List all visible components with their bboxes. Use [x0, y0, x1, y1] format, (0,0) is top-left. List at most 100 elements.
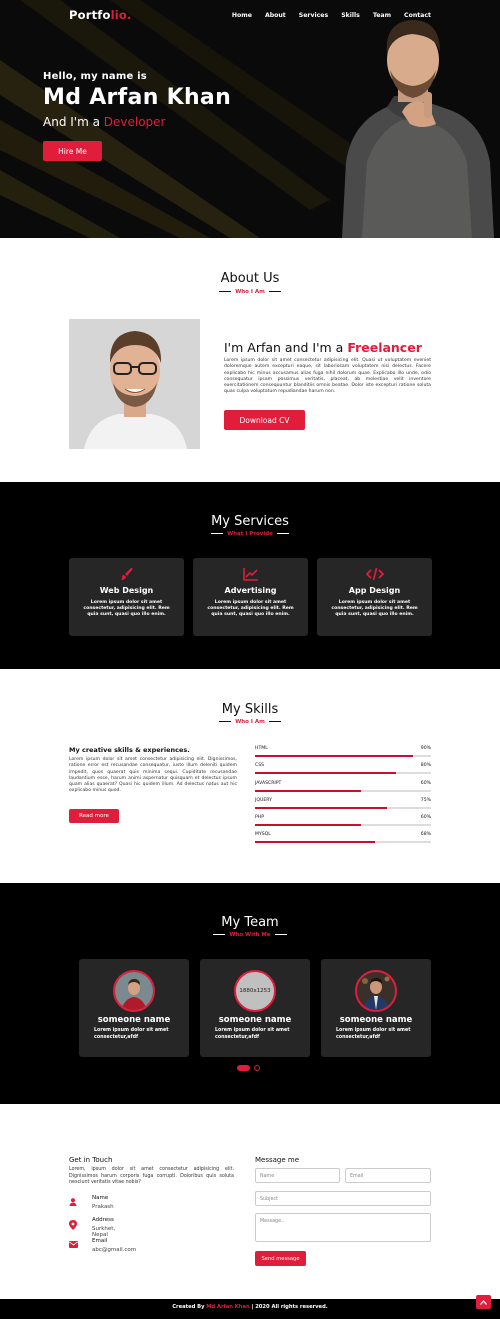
- hero-role-accent: Developer: [103, 115, 166, 129]
- team-member-text: Lorem ipsum dolor sit amet consectetur,a…: [94, 1028, 169, 1040]
- team-avatar: [113, 970, 155, 1012]
- team-card[interactable]: someone name Lorem ipsum dolor sit amet …: [79, 959, 189, 1057]
- email-field[interactable]: Email: [345, 1168, 431, 1183]
- skill-name: CSS: [255, 763, 265, 768]
- skill-percent: 60%: [420, 815, 431, 820]
- code-icon: [317, 566, 432, 585]
- subject-field[interactable]: Subject: [255, 1191, 431, 1206]
- nav-skills[interactable]: Skills: [341, 12, 360, 19]
- contact-label: Address: [92, 1217, 114, 1223]
- skill-css: CSS 80%: [255, 763, 431, 779]
- service-title: App Design: [348, 586, 401, 595]
- team-card[interactable]: 1880x1253 someone name Lorem ipsum dolor…: [200, 959, 310, 1057]
- hero-text-block: Hello, my name is Md Arfan Khan And I'm …: [43, 71, 231, 129]
- service-card-web-design[interactable]: Web Design Lorem ipsum dolor sit amet co…: [69, 558, 184, 636]
- portrait-image: [69, 319, 200, 449]
- service-text: Lorem ipsum dolor sit amet consectetur, …: [331, 600, 418, 617]
- about-title: About Us: [220, 271, 280, 286]
- team-member-text: Lorem ipsum dolor sit amet consectetur,a…: [215, 1028, 290, 1040]
- team-section: My Team Who With Me someone name Lorem i…: [0, 883, 500, 1104]
- skill-percent: 80%: [420, 763, 431, 768]
- contact-value: abc@gmail.com: [92, 1247, 137, 1253]
- envelope-icon: [69, 1241, 78, 1248]
- about-photo: [69, 319, 200, 449]
- skill-bar: [255, 807, 431, 809]
- footer-suffix: | 2020 All rights reserved.: [249, 1304, 328, 1310]
- services-subtitle: What I Provide: [0, 531, 500, 537]
- team-member-name: someone name: [339, 1015, 413, 1025]
- carousel-dot[interactable]: [254, 1065, 260, 1071]
- hero-role: And I'm a Developer: [43, 115, 231, 129]
- service-title: Web Design: [99, 586, 154, 595]
- divider-line: [268, 720, 281, 723]
- skill-name: HTML: [255, 746, 268, 751]
- user-icon: [69, 1198, 77, 1206]
- nav-about[interactable]: About: [265, 12, 286, 19]
- contact-text: Lorem, ipsum dolor sit amet consectetur …: [69, 1167, 234, 1185]
- divider-line: [213, 933, 226, 936]
- team-card[interactable]: someone name Lorem ipsum dolor sit amet …: [321, 959, 431, 1057]
- footer-author-link[interactable]: Md Arfan Khan: [206, 1304, 249, 1310]
- skill-bar: [255, 772, 431, 774]
- skills-subtitle: Who I Am: [0, 719, 500, 725]
- team-member-name: someone name: [97, 1015, 171, 1025]
- skill-name: JQUERY: [255, 798, 272, 803]
- name-field[interactable]: Name: [255, 1168, 340, 1183]
- nav-contact[interactable]: Contact: [404, 12, 431, 19]
- skill-bar-fill: [255, 841, 375, 843]
- service-card-app-design[interactable]: App Design Lorem ipsum dolor sit amet co…: [317, 558, 432, 636]
- skills-title: My Skills: [221, 702, 279, 717]
- download-cv-button[interactable]: Download CV: [224, 410, 305, 430]
- skill-mysql: MYSQL 68%: [255, 832, 431, 848]
- scroll-to-top-button[interactable]: [476, 1295, 491, 1309]
- nav-home[interactable]: Home: [232, 12, 252, 19]
- footer-prefix: Created By: [172, 1304, 207, 1310]
- about-heading-prefix: I'm Arfan and I'm a: [224, 340, 348, 355]
- team-member-text: Lorem ipsum dolor sit amet consectetur,a…: [336, 1028, 411, 1040]
- logo-text: Portfo: [69, 8, 111, 22]
- divider-line: [276, 532, 289, 535]
- skills-heading: My creative skills & experiences.: [69, 746, 190, 754]
- skill-html: HTML 90%: [255, 746, 431, 762]
- skills-subtitle-text: Who I Am: [235, 719, 265, 725]
- skill-percent: 60%: [420, 781, 431, 786]
- hero-role-prefix: And I'm a: [43, 115, 104, 129]
- footer: Created By Md Arfan Khan | 2020 All righ…: [0, 1299, 500, 1319]
- hero-greeting: Hello, my name is: [43, 71, 147, 82]
- top-navbar: Portfolio. Home About Services Skills Te…: [0, 0, 500, 30]
- contact-heading: Get in Touch: [69, 1156, 113, 1164]
- send-message-button[interactable]: Send message: [255, 1251, 306, 1266]
- read-more-button[interactable]: Read more: [69, 809, 119, 823]
- skill-percent: 68%: [420, 832, 431, 837]
- skill-bar-fill: [255, 772, 396, 774]
- message-textarea[interactable]: Message..: [255, 1213, 431, 1242]
- skills-text: Lorem ipsum dolor sit amet consectetur a…: [69, 757, 237, 794]
- skill-bar: [255, 824, 431, 826]
- paintbrush-icon: [69, 566, 184, 585]
- services-subtitle-text: What I Provide: [227, 531, 273, 537]
- contact-value: Prakash: [92, 1204, 114, 1210]
- hero-name: Md Arfan Khan: [43, 85, 232, 110]
- service-card-advertising[interactable]: Advertising Lorem ipsum dolor sit amet c…: [193, 558, 308, 636]
- contact-label: Name: [92, 1195, 109, 1201]
- divider-line: [219, 290, 232, 293]
- divider-line: [211, 532, 224, 535]
- chevron-up-icon: [480, 1299, 487, 1305]
- contact-value: Surkhet, Nepal: [92, 1226, 116, 1238]
- skill-bar: [255, 755, 431, 757]
- nav-menu: Home About Services Skills Team Contact: [232, 12, 431, 19]
- hire-me-button[interactable]: Hire Me: [43, 141, 102, 161]
- skill-percent: 75%: [420, 798, 431, 803]
- skill-javascript: JAVASCRIPT 60%: [255, 781, 431, 797]
- skill-bar-fill: [255, 807, 387, 809]
- carousel-dot-active[interactable]: [237, 1065, 250, 1071]
- team-avatar-placeholder: 1880x1253: [234, 970, 276, 1012]
- team-subtitle: Who With Me: [0, 932, 500, 938]
- skill-bar: [255, 841, 431, 843]
- nav-team[interactable]: Team: [373, 12, 391, 19]
- about-subtitle: Who I Am: [0, 289, 500, 295]
- site-logo[interactable]: Portfolio.: [69, 8, 132, 22]
- nav-services[interactable]: Services: [299, 12, 328, 19]
- hero-section: Hello, my name is Md Arfan Khan And I'm …: [0, 0, 500, 238]
- services-title: My Services: [211, 514, 289, 529]
